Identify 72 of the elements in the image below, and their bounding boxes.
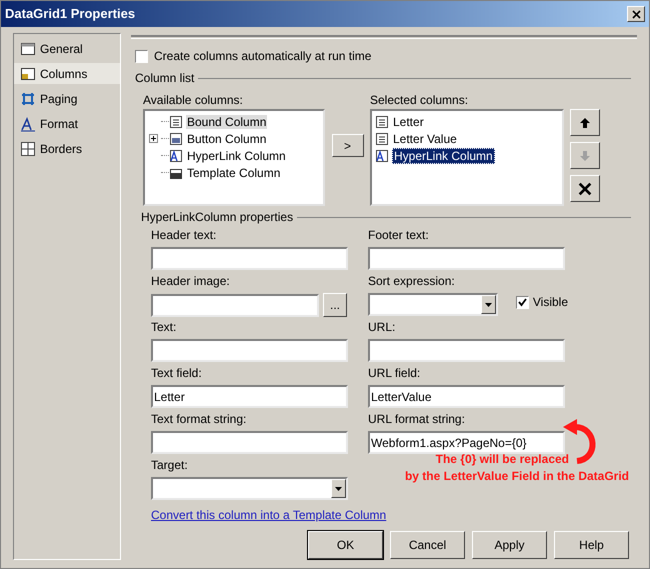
group-title: HyperLinkColumn properties [141, 209, 294, 226]
sidebar-item[interactable]: General [14, 38, 120, 59]
list-item[interactable]: Template Column [186, 166, 282, 180]
check-icon [518, 298, 527, 306]
sidebar-item[interactable]: Columns [14, 63, 120, 84]
delete-button[interactable] [570, 175, 600, 202]
annotation-text: The {0} will be replaced [436, 451, 569, 468]
input-field[interactable]: LetterValue [368, 385, 565, 408]
list-item[interactable]: Letter [392, 114, 425, 128]
dropdown-field[interactable] [151, 477, 348, 500]
input-field[interactable]: Letter [151, 385, 348, 408]
annotation-text: by the LetterValue Field in the DataGrid [404, 468, 629, 485]
input-field[interactable] [368, 339, 565, 362]
field-label: URL field: [368, 366, 420, 381]
list-label: Selected columns: [370, 92, 470, 107]
checkbox-label: Visible [532, 294, 568, 311]
input-field[interactable] [151, 247, 348, 270]
list-item[interactable]: HyperLink Column [186, 148, 287, 162]
up-arrow-icon [579, 116, 591, 128]
borders-icon [20, 140, 36, 156]
expand-icon[interactable] [149, 134, 158, 143]
input-field[interactable] [151, 431, 348, 454]
browse-button[interactable]: ... [323, 293, 347, 317]
field-label: Target: [151, 458, 188, 473]
list-item[interactable]: HyperLink Column [392, 148, 495, 164]
convert-link[interactable]: Convert this column into a Template Column [151, 506, 386, 524]
input-field[interactable] [151, 339, 348, 362]
paging-icon [20, 90, 36, 106]
group-title: Column list [135, 70, 194, 87]
general-icon [20, 40, 36, 56]
checkbox[interactable] [516, 296, 529, 308]
add-column-button[interactable]: > [332, 134, 364, 157]
dropdown-field[interactable] [368, 293, 498, 316]
dialog-button[interactable]: Help [554, 531, 629, 559]
field-label: Header text: [151, 228, 216, 243]
column-icon [375, 148, 389, 162]
column-icon [375, 114, 389, 128]
input-field[interactable] [151, 294, 319, 316]
window-title: DataGrid1 Properties [5, 5, 136, 24]
sidebar-item[interactable]: Paging [14, 88, 120, 109]
checkbox[interactable] [135, 50, 148, 62]
move-up-button[interactable] [570, 109, 600, 136]
list-item[interactable]: Bound Column [186, 114, 268, 128]
column-icon [169, 148, 183, 162]
list-label: Available columns: [143, 92, 244, 107]
list-item[interactable]: Letter Value [392, 132, 458, 146]
down-arrow-icon [579, 150, 591, 162]
field-label: Text format string: [151, 412, 246, 427]
dialog-button[interactable]: Apply [472, 531, 547, 559]
field-label: Text field: [151, 366, 202, 381]
dialog-button[interactable]: OK [308, 531, 383, 559]
close-icon [577, 180, 593, 196]
field-label: Text: [151, 320, 176, 335]
list-item[interactable]: Button Column [186, 132, 268, 146]
close-icon [632, 10, 640, 18]
sidebar-item[interactable]: Format [14, 113, 120, 134]
format-icon [20, 116, 36, 132]
field-label: URL format string: [368, 412, 465, 427]
field-label: Sort expression: [368, 274, 455, 289]
column-icon [169, 114, 183, 128]
field-label: Footer text: [368, 228, 429, 243]
column-icon [375, 132, 389, 146]
field-label: Header image: [151, 274, 230, 289]
input-field[interactable]: Webform1.aspx?PageNo={0} [368, 431, 565, 454]
sidebar-item[interactable]: Borders [14, 138, 120, 159]
field-label: URL: [368, 320, 396, 335]
checkbox-label: Create columns automatically at run time [154, 48, 372, 65]
column-icon [169, 132, 183, 146]
input-field[interactable] [368, 247, 565, 270]
dialog-button[interactable]: Cancel [390, 531, 465, 559]
close-button[interactable] [627, 6, 645, 22]
columns-icon [20, 66, 36, 82]
